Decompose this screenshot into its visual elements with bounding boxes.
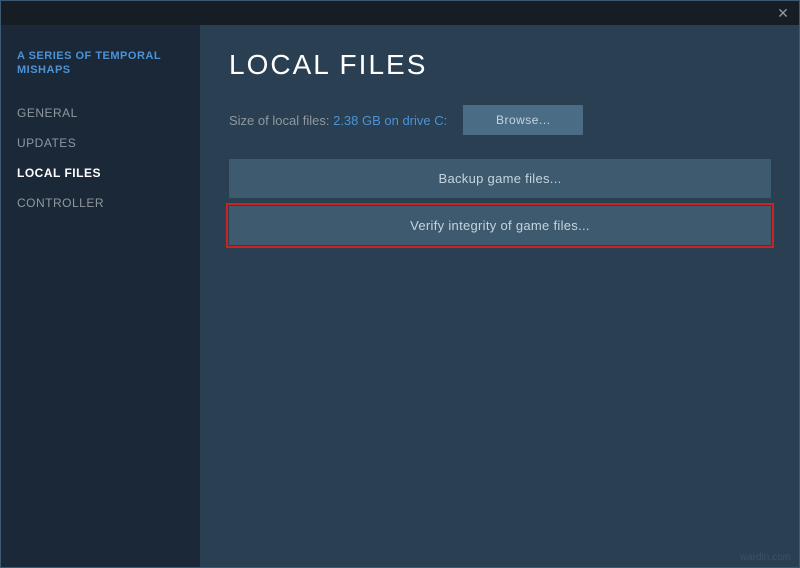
- backup-button[interactable]: Backup game files...: [229, 159, 771, 198]
- sidebar-item-controller[interactable]: CONTROLLER: [1, 188, 200, 218]
- sidebar-item-updates[interactable]: UPDATES: [1, 128, 200, 158]
- watermark: wardin.com: [740, 552, 791, 563]
- sidebar: A SERIES OF TEMPORAL MISHAPS GENERAL UPD…: [1, 25, 201, 567]
- close-button[interactable]: ✕: [775, 5, 791, 21]
- window-content: A SERIES OF TEMPORAL MISHAPS GENERAL UPD…: [1, 25, 799, 567]
- browse-button[interactable]: Browse...: [463, 105, 583, 135]
- page-title: LOCAL FILES: [229, 49, 771, 81]
- file-info-row: Size of local files: 2.38 GB on drive C:…: [229, 105, 771, 135]
- verify-button[interactable]: Verify integrity of game files...: [229, 206, 771, 245]
- file-info-label: Size of local files: 2.38 GB on drive C:: [229, 113, 447, 128]
- sidebar-item-general[interactable]: GENERAL: [1, 98, 200, 128]
- steam-properties-window: ✕ A SERIES OF TEMPORAL MISHAPS GENERAL U…: [0, 0, 800, 568]
- verify-button-wrapper: Verify integrity of game files...: [229, 206, 771, 245]
- file-size-value: 2.38 GB on drive C:: [333, 113, 447, 128]
- title-bar: ✕: [1, 1, 799, 25]
- game-title: A SERIES OF TEMPORAL MISHAPS: [1, 41, 200, 98]
- sidebar-item-local-files[interactable]: LOCAL FILES: [1, 158, 200, 188]
- main-content: LOCAL FILES Size of local files: 2.38 GB…: [201, 25, 799, 567]
